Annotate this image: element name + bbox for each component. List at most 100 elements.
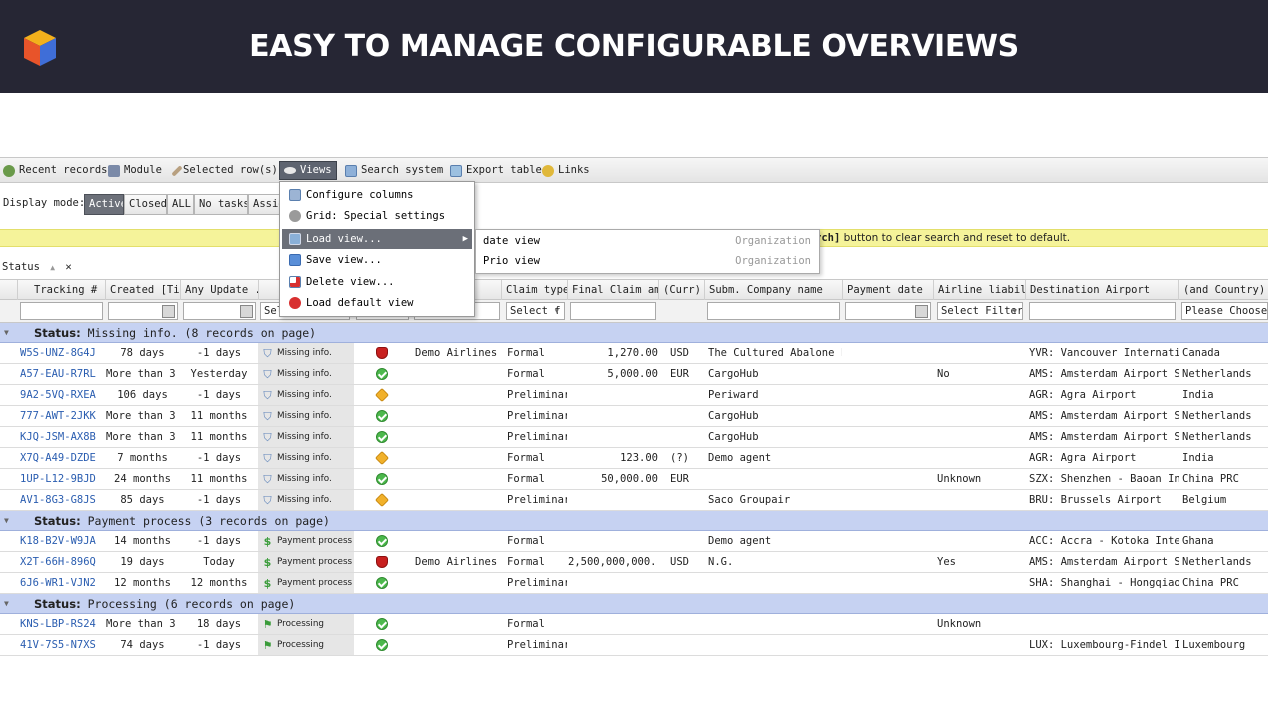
col-country[interactable]: (and Country)	[1179, 280, 1268, 300]
module-button[interactable]: Module	[108, 161, 162, 180]
cell-final-claim-amount: 2,500,000,000....	[568, 556, 658, 568]
cell-destination-airport: AMS: Amsterdam Airport S...	[1029, 410, 1179, 422]
col-airline-liability[interactable]: Airline liability	[934, 280, 1026, 300]
notice-message: button to clear search and reset to defa…	[840, 232, 1071, 244]
dollar-icon: $	[263, 534, 272, 548]
menu-label: Save view...	[306, 254, 382, 266]
cell-claim-type: Preliminary	[507, 410, 567, 422]
col-final-claim-amount[interactable]: Final Claim am...	[568, 280, 659, 300]
table-row[interactable]: 41V-7S5-N7XS 74 days -1 days Preliminary LUX…	[0, 635, 1268, 656]
collapse-icon[interactable]: ▼	[4, 511, 9, 531]
cell-tracking[interactable]: W5S-UNZ-8G4J	[20, 343, 104, 363]
menu-item-load-view[interactable]: Load view... ▶	[282, 229, 472, 249]
cell-country: Netherlands	[1182, 556, 1252, 568]
cell-tracking[interactable]: 1UP-L12-9BJD	[20, 469, 104, 489]
col-currency[interactable]: (Curr)	[659, 280, 705, 300]
menu-item-grid-special-settings[interactable]: Grid: Special settings	[282, 206, 472, 226]
filter-amount-input[interactable]	[570, 302, 656, 320]
cell-tracking[interactable]: X7Q-A49-DZDE	[20, 448, 104, 468]
mode-button-closed[interactable]: Closed	[124, 194, 167, 215]
menu-item-delete-view[interactable]: Delete view...	[282, 272, 472, 292]
recent-records-button[interactable]: Recent records	[3, 161, 108, 180]
table-row[interactable]: KNS-LBP-RS24More than 3 ... 18 days Formal…	[0, 614, 1268, 635]
table-row[interactable]: KJQ-JSM-AX8BMore than 3 ... 11 months Prel…	[0, 427, 1268, 448]
menu-item-configure-columns[interactable]: Configure columns	[282, 185, 472, 205]
table-row[interactable]: X2T-66H-896Q 19 days Today Demo Airlines For…	[0, 552, 1268, 573]
mode-button-assigned[interactable]: Assig	[248, 194, 280, 215]
cell-tracking[interactable]: 9A2-5VQ-RXEA	[20, 385, 104, 405]
col-any-update[interactable]: Any Update ...	[181, 280, 259, 300]
group-header-row[interactable]: ▼ Status: Payment process (3 records on p…	[0, 511, 1268, 531]
col-company-name[interactable]: Subm. Company name	[705, 280, 843, 300]
cell-company-name: Demo agent	[708, 452, 772, 464]
col-claim-type[interactable]: Claim type	[502, 280, 568, 300]
collapse-icon[interactable]: ▼	[4, 323, 9, 343]
cell-tracking[interactable]: K18-B2V-W9JA	[20, 531, 104, 551]
cell-company-name: CargoHub	[708, 431, 759, 443]
col-tracking[interactable]: Tracking #	[18, 280, 106, 300]
sort-asc-icon[interactable]: ▲	[50, 263, 55, 272]
cell-tracking[interactable]: KNS-LBP-RS24	[20, 614, 104, 634]
display-mode-bar: Display mode: Active Closed ALL No tasks…	[0, 193, 1268, 215]
filter-destination-input[interactable]	[1029, 302, 1176, 320]
filter-created-date[interactable]	[108, 302, 178, 320]
cell-created: 74 days	[120, 639, 165, 651]
cell-tracking[interactable]: KJQ-JSM-AX8B	[20, 427, 104, 447]
views-button[interactable]: Views	[279, 161, 337, 180]
filter-tracking-input[interactable]	[20, 302, 103, 320]
table-row[interactable]: 9A2-5VQ-RXEA 106 days -1 days Preliminary Pe…	[0, 385, 1268, 406]
menu-item-load-default-view[interactable]: Load default view	[282, 293, 472, 313]
submenu-item-prio-view[interactable]: Prio view Organization	[476, 251, 819, 271]
view-name: date view	[483, 235, 540, 247]
grid-header: Tracking # Created [Ti... Any Update ...…	[0, 279, 1268, 300]
filter-company-input[interactable]	[707, 302, 840, 320]
cell-airline	[415, 469, 501, 489]
group-header-row[interactable]: ▼ Status: Processing (6 records on page)	[0, 594, 1268, 614]
group-header-row[interactable]: ▼ Status: Missing info. (8 records on pag…	[0, 323, 1268, 343]
filter-liability-select[interactable]: Select Filter	[937, 302, 1023, 320]
close-icon[interactable]: ✕	[65, 261, 71, 273]
filter-update-date[interactable]	[183, 302, 256, 320]
table-row[interactable]: 1UP-L12-9BJD 24 months 11 months Formal 50,0…	[0, 469, 1268, 490]
cell-payment-date	[846, 614, 932, 634]
menu-item-save-view[interactable]: Save view...	[282, 250, 472, 270]
cell-created: 7 months	[117, 452, 168, 464]
cell-country: Netherlands	[1182, 431, 1252, 443]
table-row[interactable]: A57-EAU-R7RLMore than 3 ... Yesterday Form…	[0, 364, 1268, 385]
collapse-icon[interactable]: ▼	[4, 594, 9, 614]
cell-tracking[interactable]: AV1-8G3-G8JS	[20, 490, 104, 510]
filter-payment-date[interactable]	[845, 302, 931, 320]
search-system-button[interactable]: Search system	[345, 161, 443, 180]
export-table-button[interactable]: Export table	[450, 161, 542, 180]
col-created[interactable]: Created [Ti...	[106, 280, 181, 300]
table-row[interactable]: W5S-UNZ-8G4J 78 days -1 days Demo Airlines F…	[0, 343, 1268, 364]
table-row[interactable]: K18-B2V-W9JA 14 months -1 days Formal Demo a…	[0, 531, 1268, 552]
menu-label: Load view...	[306, 233, 382, 245]
mode-button-active[interactable]: Active	[84, 194, 124, 215]
cell-tracking[interactable]: X2T-66H-896Q	[20, 552, 104, 572]
shield-icon: ⛉	[263, 451, 272, 465]
cell-airline-liability	[937, 490, 1025, 510]
table-row[interactable]: 6J6-WR1-VJN2 12 months 12 months Preliminar…	[0, 573, 1268, 594]
filter-country-select[interactable]: Please Choose:	[1181, 302, 1268, 320]
col-destination-airport[interactable]: Destination Airport	[1026, 280, 1179, 300]
cell-payment-date	[846, 343, 932, 363]
col-payment-date[interactable]: Payment date	[843, 280, 934, 300]
cell-company-name: CargoHub	[708, 410, 759, 422]
cell-payment-date	[846, 427, 932, 447]
cell-tracking[interactable]: 41V-7S5-N7XS	[20, 635, 104, 655]
table-row[interactable]: 777-AWT-2JKKMore than 3 ... 11 months Prel…	[0, 406, 1268, 427]
mode-button-all[interactable]: ALL	[167, 194, 194, 215]
table-row[interactable]: AV1-8G3-G8JS 85 days -1 days Preliminary Sac…	[0, 490, 1268, 511]
mode-button-no-tasks[interactable]: No tasks	[194, 194, 248, 215]
filter-claim-type-select[interactable]: Select f	[506, 302, 565, 320]
submenu-item-date-view[interactable]: date view Organization	[476, 231, 819, 251]
cell-tracking[interactable]: 6J6-WR1-VJN2	[20, 573, 104, 593]
table-row[interactable]: X7Q-A49-DZDE 7 months -1 days Formal 123.00 (…	[0, 448, 1268, 469]
group-by-chip[interactable]: Status ▲ ✕	[0, 257, 74, 277]
cell-tracking[interactable]: A57-EAU-R7RL	[20, 364, 104, 384]
selected-rows-button[interactable]: Selected row(s)	[171, 161, 278, 180]
cell-tracking[interactable]: 777-AWT-2JKK	[20, 406, 104, 426]
links-button[interactable]: Links	[542, 161, 590, 180]
cell-any-update: 18 days	[196, 618, 242, 630]
